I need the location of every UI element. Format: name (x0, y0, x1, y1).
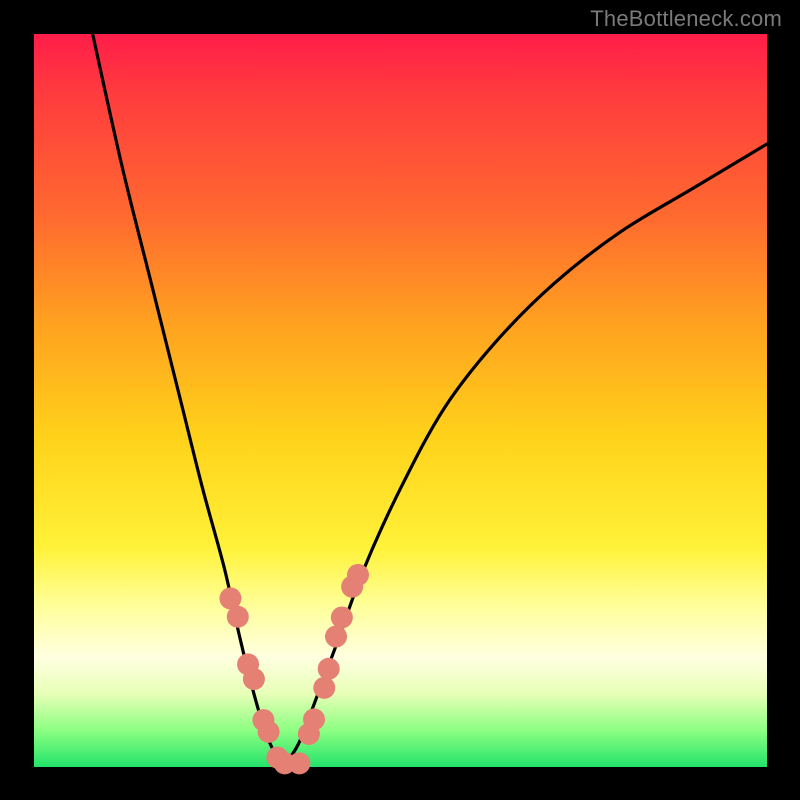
marker-point (325, 626, 347, 648)
marker-point (243, 668, 265, 690)
marker-point (288, 752, 310, 774)
marker-group (219, 564, 369, 774)
marker-point (313, 677, 335, 699)
plot-area (34, 34, 767, 767)
marker-point (331, 606, 353, 628)
chart-stage: TheBottleneck.com (0, 0, 800, 800)
series-right-branch (283, 144, 767, 767)
marker-point (303, 708, 325, 730)
marker-point (347, 564, 369, 586)
marker-point (227, 606, 249, 628)
watermark-label: TheBottleneck.com (590, 6, 782, 32)
marker-point (318, 658, 340, 680)
series-group (93, 34, 767, 767)
marker-point (258, 721, 280, 743)
chart-svg (34, 34, 767, 767)
